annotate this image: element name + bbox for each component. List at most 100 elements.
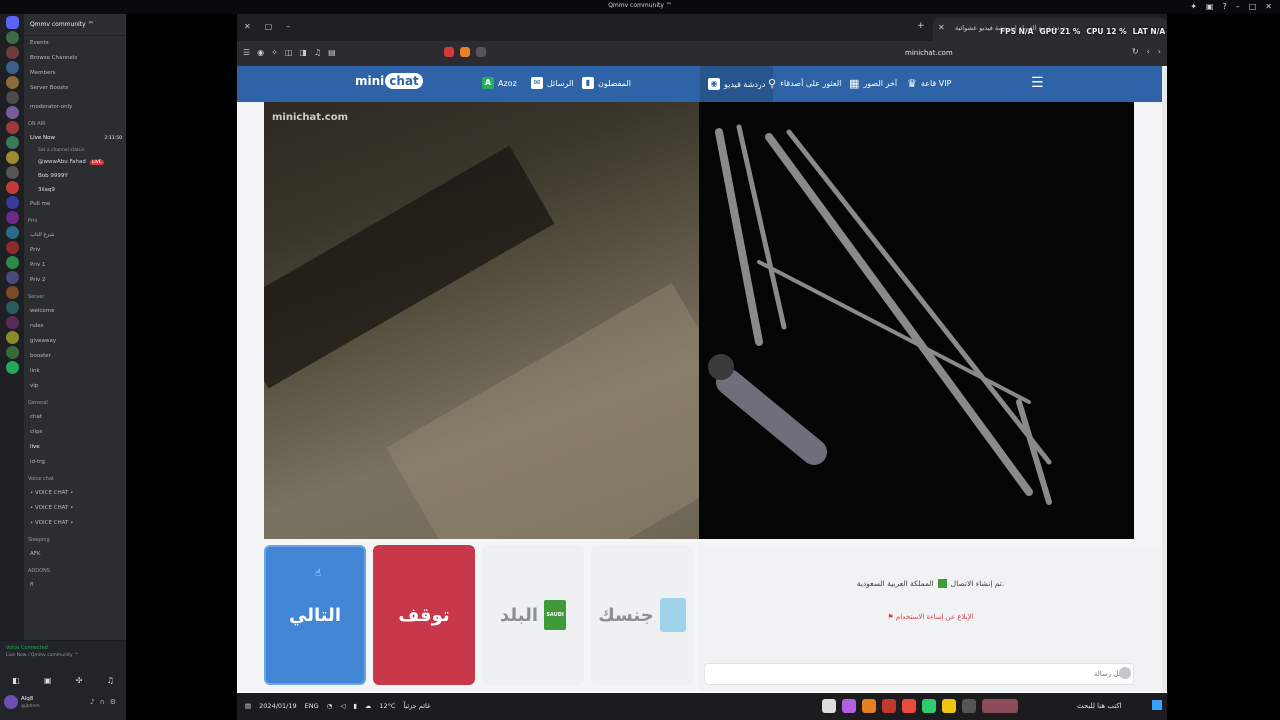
- message-input[interactable]: [704, 663, 1134, 685]
- site-logo[interactable]: mini chat: [355, 73, 423, 89]
- server-icon[interactable]: [5, 136, 19, 149]
- stop-button[interactable]: توقف: [373, 545, 475, 685]
- channel-item[interactable]: chat: [24, 410, 126, 425]
- voice-member[interactable]: @wwwAbu Fahad LIVE: [24, 155, 126, 169]
- browser-app-icon[interactable]: [902, 699, 916, 713]
- app-icon[interactable]: [842, 699, 856, 713]
- gender-filter-button[interactable]: جنسك: [591, 545, 693, 685]
- app-icon[interactable]: [822, 699, 836, 713]
- channel-live-now[interactable]: Live Now 2:11:50: [24, 131, 126, 146]
- notification-icon[interactable]: ▤: [245, 702, 251, 710]
- app-icon[interactable]: [862, 699, 876, 713]
- minimize-icon[interactable]: –: [286, 22, 290, 31]
- bookmarks-icon[interactable]: ✧: [271, 48, 278, 57]
- app-icon[interactable]: [922, 699, 936, 713]
- forward-icon[interactable]: ›: [1158, 47, 1161, 56]
- category-general[interactable]: General: [24, 397, 126, 410]
- home-icon[interactable]: [5, 16, 19, 29]
- server-icon[interactable]: [5, 121, 19, 134]
- weather-text[interactable]: غائم جزئياً: [403, 702, 430, 710]
- extension-icon[interactable]: [476, 47, 486, 57]
- voice-connected-sub[interactable]: Live Now / Qmmv community ™: [6, 653, 120, 658]
- channel-item[interactable]: clips: [24, 425, 126, 440]
- voice-member[interactable]: 3ilaq9: [24, 183, 126, 197]
- channel-moderator[interactable]: moderator-only: [24, 100, 126, 115]
- server-icon[interactable]: [5, 211, 19, 224]
- server-boosts-link[interactable]: Server Boosts: [24, 81, 126, 96]
- channel-item[interactable]: Priv: [24, 243, 126, 258]
- server-icon[interactable]: [5, 301, 19, 314]
- hamburger-menu-icon[interactable]: ☰: [1031, 75, 1044, 91]
- channel-item[interactable]: شرع الناب: [24, 228, 126, 243]
- mic-icon[interactable]: ♪: [90, 698, 99, 706]
- nav-favorites[interactable]: ▮ المفضلون: [582, 77, 631, 89]
- tab-overview-icon[interactable]: ▢: [265, 22, 273, 31]
- server-icon[interactable]: [5, 61, 19, 74]
- pin-icon[interactable]: ✦: [1190, 2, 1197, 11]
- channel-item[interactable]: live: [24, 440, 126, 455]
- server-icon[interactable]: [5, 31, 19, 44]
- server-icon[interactable]: [5, 166, 19, 179]
- activities-icon[interactable]: ✣: [76, 676, 83, 685]
- channel-item[interactable]: welcome: [24, 304, 126, 319]
- server-icon[interactable]: [5, 226, 19, 239]
- voice-channel-item[interactable]: AFK: [24, 547, 126, 562]
- category-sleeping[interactable]: Sleeping: [24, 534, 126, 547]
- server-name[interactable]: Qmmv community ™: [24, 14, 126, 36]
- nav-profile[interactable]: A Azoz: [482, 77, 517, 89]
- server-icon[interactable]: [5, 316, 19, 329]
- scrollbar[interactable]: [1162, 66, 1167, 692]
- server-icon[interactable]: [5, 76, 19, 89]
- emoji-icon[interactable]: [1119, 667, 1131, 679]
- back-icon[interactable]: ‹: [1147, 47, 1150, 56]
- help-icon[interactable]: ?: [1222, 2, 1226, 11]
- voice-member[interactable]: Bob 9999Y: [24, 169, 126, 183]
- events-link[interactable]: Events: [24, 36, 126, 51]
- server-icon[interactable]: [5, 271, 19, 284]
- channel-pull-me[interactable]: Pull me: [24, 197, 126, 212]
- category-priv[interactable]: Priv: [24, 215, 126, 228]
- settings-icon[interactable]: ⚙: [110, 698, 121, 706]
- server-icon[interactable]: [5, 151, 19, 164]
- reload-icon[interactable]: ↻: [1132, 47, 1139, 56]
- channel-item[interactable]: Priv 2: [24, 273, 126, 288]
- channel-item[interactable]: link: [24, 364, 126, 379]
- channel-item[interactable]: booster: [24, 349, 126, 364]
- voice-channel-item[interactable]: • VOICE CHAT •: [24, 501, 126, 516]
- members-link[interactable]: Members: [24, 66, 126, 81]
- category-addons[interactable]: ADDONS: [24, 565, 126, 578]
- report-abuse-link[interactable]: ⚑ الإبلاغ عن إساءة الاستخدام: [699, 613, 1162, 621]
- battery-icon[interactable]: ▮: [353, 702, 357, 710]
- channel-item[interactable]: id-trg: [24, 455, 126, 470]
- screen-share-icon[interactable]: ▣: [44, 676, 52, 685]
- close-icon[interactable]: ✕: [1265, 2, 1272, 11]
- server-icon[interactable]: [5, 256, 19, 269]
- clock-date[interactable]: 2024/01/19: [259, 702, 296, 710]
- address-bar[interactable]: minichat.com: [905, 49, 953, 57]
- volume-icon[interactable]: ◁: [340, 702, 345, 710]
- avatar[interactable]: [4, 695, 18, 709]
- menu-icon[interactable]: ☰: [243, 48, 250, 57]
- location-icon[interactable]: ◉: [257, 48, 264, 57]
- channel-status-hint[interactable]: Set a channel status: [24, 146, 126, 155]
- extension-icon[interactable]: [460, 47, 470, 57]
- server-icon[interactable]: [5, 91, 19, 104]
- country-filter-button[interactable]: البلد SAUDI: [482, 545, 584, 685]
- nav-messages[interactable]: ✉ الرسائل: [531, 77, 574, 89]
- category-voice[interactable]: Voice chat: [24, 473, 126, 486]
- widget-icon[interactable]: [982, 699, 1018, 713]
- close-window-icon[interactable]: ✕: [244, 22, 251, 31]
- notes-icon[interactable]: ▤: [328, 48, 336, 57]
- voice-channel-item[interactable]: • VOICE CHAT •: [24, 486, 126, 501]
- server-icon[interactable]: [5, 331, 19, 344]
- server-icon[interactable]: [5, 46, 19, 59]
- channel-item[interactable]: fl: [24, 578, 126, 593]
- voice-channel-item[interactable]: • VOICE CHAT •: [24, 516, 126, 531]
- music-icon[interactable]: ♫: [314, 48, 321, 57]
- minimize-icon[interactable]: –: [1236, 2, 1240, 11]
- server-icon[interactable]: [5, 286, 19, 299]
- extension-icon[interactable]: [444, 47, 454, 57]
- folder-icon[interactable]: [942, 699, 956, 713]
- task-view-icon[interactable]: [962, 699, 976, 713]
- app-icon[interactable]: [882, 699, 896, 713]
